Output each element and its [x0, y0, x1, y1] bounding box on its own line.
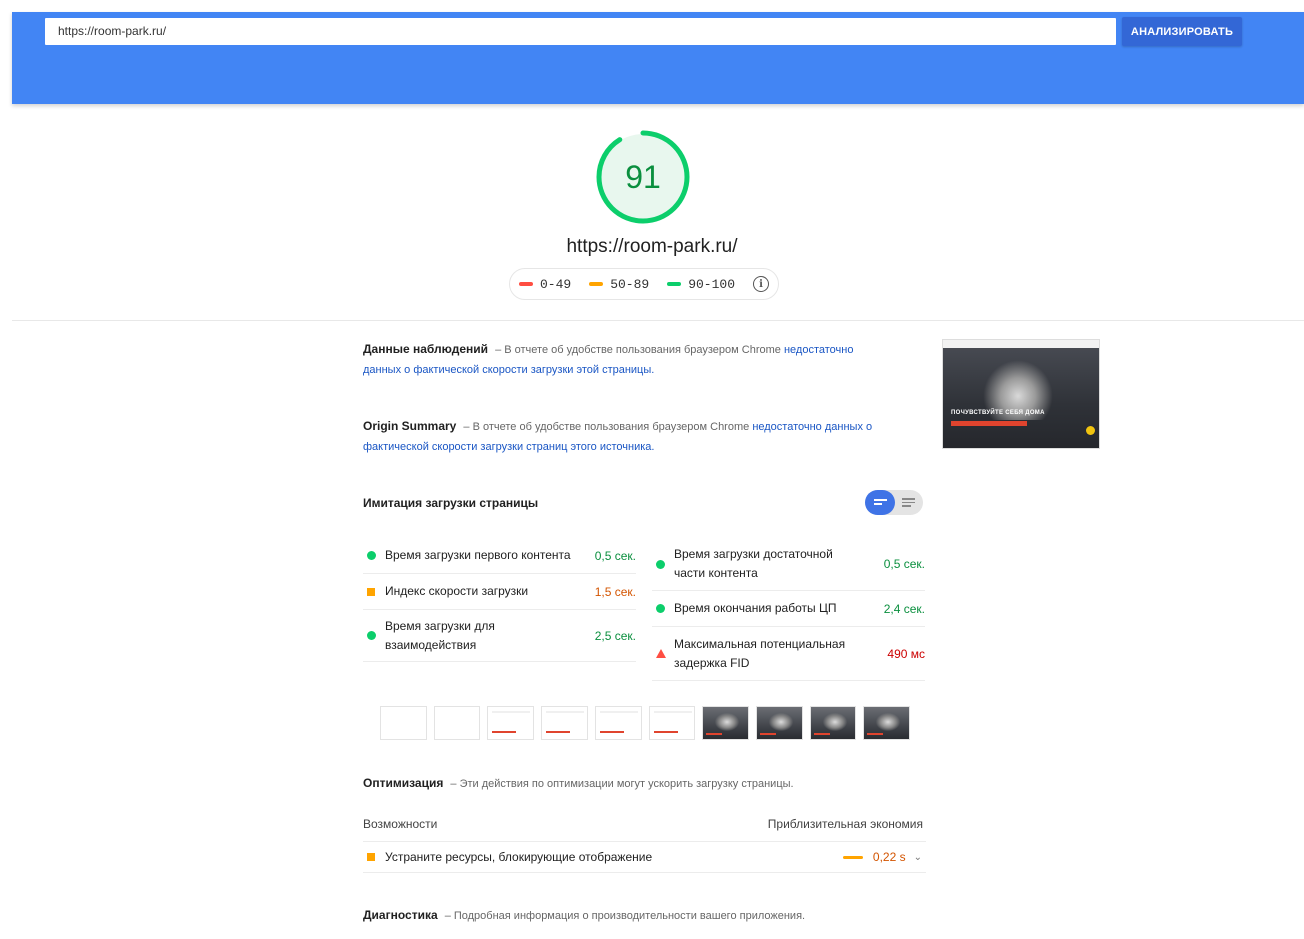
diagnostics-text: – Подробная информация о производительно…	[444, 910, 806, 922]
metric-row: Время окончания работы ЦП 2,4 сек.	[652, 591, 925, 627]
optimization-title: Оптимизация	[363, 776, 444, 790]
thumbnail-chat-icon	[1086, 426, 1095, 435]
pass-circle-icon	[656, 604, 665, 613]
filmstrip-frame	[594, 706, 642, 740]
metric-value: 0,5 сек.	[883, 557, 925, 571]
legend-swatch-pass	[667, 282, 682, 286]
metric-value: 490 мс	[887, 646, 925, 661]
metric-value: 1,5 сек.	[594, 584, 636, 599]
savings-value: 0,22 s	[872, 850, 906, 864]
filmstrip-frame	[809, 706, 857, 740]
filmstrip-frame	[648, 706, 696, 740]
metric-row: Индекс скорости загрузки 1,5 сек.	[363, 574, 636, 610]
score-value: 91	[625, 159, 661, 195]
metric-row: Время загрузки первого контента 0,5 сек.	[363, 538, 636, 574]
metric-label: Время загрузки первого контента	[385, 548, 571, 562]
toggle-expanded-view[interactable]	[893, 490, 923, 515]
diagnostics-title: Диагностика	[363, 908, 438, 922]
legend-swatch-fail	[518, 282, 533, 286]
thumbnail-nav	[943, 340, 1099, 348]
opportunity-label: Устраните ресурсы, блокирующие отображен…	[385, 850, 653, 864]
metric-status-indicator	[363, 551, 385, 560]
legend-label-average: 50-89	[610, 276, 650, 292]
metric-row: Время загрузки для взаимодействия 2,5 се…	[363, 610, 636, 662]
opportunity-status-indicator	[363, 850, 385, 864]
optimization-text: – Эти действия по оптимизации могут уско…	[450, 778, 794, 790]
origin-summary-text: – В отчете об удобстве пользования брауз…	[463, 421, 753, 433]
filmstrip-frame	[702, 706, 749, 740]
header-bar: АНАЛИЗИРОВАТЬ	[12, 12, 1304, 104]
metric-label: Максимальная потенциальная задержка FID	[674, 636, 846, 670]
fail-triangle-icon	[656, 649, 666, 658]
legend-item-fail: 0-49	[518, 276, 572, 292]
metric-status-indicator	[652, 559, 674, 569]
filmstrip-frame	[863, 706, 911, 740]
metric-label: Время окончания работы ЦП	[674, 601, 837, 615]
metric-status-indicator	[363, 631, 385, 640]
legend-item-pass: 90-100	[667, 277, 735, 292]
filmstrip-frame	[380, 706, 427, 740]
filmstrip-frame	[541, 706, 588, 740]
metrics-column-left: Время загрузки первого контента 0,5 сек.…	[363, 538, 636, 662]
optimization-section: Оптимизация – Эти действия по оптимизаци…	[363, 773, 883, 794]
pass-circle-icon	[656, 559, 665, 569]
info-icon[interactable]: i	[753, 276, 770, 292]
diagnostics-section: Диагностика – Подробная информация о про…	[363, 905, 883, 926]
url-input[interactable]	[45, 18, 1116, 45]
compact-lines-icon	[873, 498, 887, 507]
opportunities-header: Возможности Приблизительная экономия	[363, 817, 923, 831]
chevron-down-icon[interactable]: ⌄	[914, 852, 922, 863]
analyzed-url: https://room-park.ru/	[566, 236, 738, 257]
load-filmstrip	[380, 706, 911, 740]
metric-label: Индекс скорости загрузки	[385, 584, 529, 598]
pass-circle-icon	[367, 551, 376, 560]
filmstrip-frame	[755, 706, 803, 740]
metrics-view-toggle[interactable]	[865, 490, 923, 515]
opportunity-row[interactable]: Устраните ресурсы, блокирующие отображен…	[363, 841, 926, 873]
origin-summary-title: Origin Summary	[363, 419, 457, 433]
filmstrip-frame	[433, 706, 481, 740]
expanded-lines-icon	[901, 498, 915, 507]
metric-row: Время загрузки достаточной части контент…	[652, 538, 925, 591]
field-data-title: Данные наблюдений	[363, 342, 489, 356]
metric-label: Время загрузки для взаимодействия	[385, 618, 495, 652]
filmstrip-frame	[487, 706, 535, 740]
origin-summary-section: Origin Summary – В отчете об удобстве по…	[363, 416, 883, 457]
thumbnail-caption: ПОЧУВСТВУЙТЕ СЕБЯ ДОМА	[951, 410, 1045, 416]
metric-status-indicator	[363, 587, 385, 596]
average-square-icon	[367, 587, 375, 596]
lab-data-title: Имитация загрузки страницы	[363, 496, 539, 510]
score-legend: 0-49 50-89 90-100 i	[509, 268, 779, 300]
opportunities-column-label: Возможности	[363, 817, 438, 831]
metric-row: Максимальная потенциальная задержка FID …	[652, 627, 925, 681]
analyze-button[interactable]: АНАЛИЗИРОВАТЬ	[1122, 17, 1242, 46]
toggle-compact-view[interactable]	[865, 490, 895, 515]
metric-value: 2,4 сек.	[883, 601, 925, 616]
legend-item-average: 50-89	[589, 277, 649, 292]
page-screenshot-thumbnail: ПОЧУВСТВУЙТЕ СЕБЯ ДОМА	[942, 339, 1100, 449]
savings-column-label: Приблизительная экономия	[767, 817, 923, 831]
performance-score-gauge: 91	[595, 129, 691, 225]
metric-status-indicator	[652, 649, 674, 658]
metric-label: Время загрузки достаточной части контент…	[674, 547, 833, 580]
metric-value: 0,5 сек.	[594, 548, 636, 563]
field-data-text: – В отчете об удобстве пользования брауз…	[495, 344, 784, 356]
section-divider	[12, 320, 1304, 321]
pass-circle-icon	[367, 631, 376, 640]
metrics-column-right: Время загрузки достаточной части контент…	[652, 538, 925, 681]
metric-status-indicator	[652, 604, 674, 613]
legend-swatch-average	[589, 282, 604, 286]
field-data-section: Данные наблюдений – В отчете об удобстве…	[363, 339, 883, 380]
average-square-icon	[367, 853, 375, 861]
legend-label-fail: 0-49	[539, 276, 572, 292]
metric-value: 2,5 сек.	[594, 628, 636, 643]
legend-label-pass: 90-100	[688, 276, 736, 292]
thumbnail-cta-bar	[951, 421, 1027, 426]
savings-bar	[842, 855, 863, 859]
